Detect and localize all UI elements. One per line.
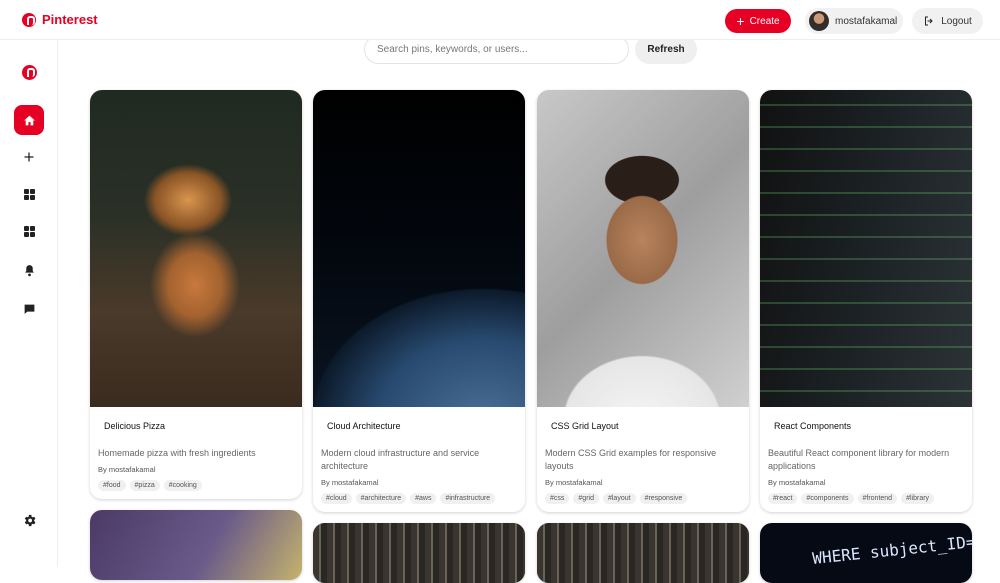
plus-icon [24,152,34,162]
pin-image[interactable] [537,90,749,407]
pin-title: Delicious Pizza [104,421,166,431]
logout-label: Logout [941,15,972,27]
grid-icon [23,225,35,237]
pin-card[interactable]: React Components Beautiful React compone… [760,90,972,512]
bell-icon [24,264,34,276]
pin-card[interactable]: WHERE subject_ID=" [760,523,972,583]
brand-name: Pinterest [42,12,98,27]
pin-image[interactable] [537,523,749,583]
tag[interactable]: #react [768,493,798,504]
pin-card[interactable]: Cloud Architecture Modern cloud infrastr… [313,90,525,512]
pin-image[interactable] [90,510,302,580]
sidebar-item-explore[interactable] [14,216,44,246]
tag[interactable]: #cloud [321,493,352,504]
sidebar-item-settings[interactable] [14,505,44,535]
avatar [809,11,829,31]
logout-button[interactable]: Logout [912,8,983,34]
pin-author[interactable]: By mostafakamal [98,465,294,474]
pin-title: React Components [774,421,852,431]
pin-description: Homemade pizza with fresh ingredients [98,448,256,458]
pin-image[interactable] [760,90,972,407]
pin-image-code-text: WHERE subject_ID=" [811,530,972,569]
tag[interactable]: #css [545,493,570,504]
tag-list: #food #pizza #cooking [98,480,294,491]
tag-list: #cloud #architecture #aws #infrastructur… [321,493,517,504]
tag[interactable]: #library [901,493,935,504]
tag[interactable]: #cooking [163,480,202,491]
sidebar [0,40,58,567]
tag[interactable]: #components [801,493,854,504]
sidebar-item-logo[interactable] [14,57,44,87]
pin-card[interactable] [537,523,749,583]
search-placeholder: Search pins, keywords, or users... [377,44,528,55]
pin-image[interactable] [90,90,302,407]
logo-icon [21,64,37,80]
tag[interactable]: #responsive [639,493,688,504]
pin-image[interactable] [313,523,525,583]
pin-image[interactable] [313,90,525,407]
tag[interactable]: #architecture [355,493,407,504]
pin-author[interactable]: By mostafakamal [545,478,741,487]
tag[interactable]: #layout [602,493,636,504]
grid-icon [23,188,35,200]
plus-icon: + [736,12,745,29]
pin-card[interactable] [90,510,302,580]
home-icon [23,115,35,125]
tag[interactable]: #pizza [129,480,160,491]
sidebar-item-messages[interactable] [14,294,44,324]
tag-list: #css #grid #layout #responsive [545,493,741,504]
sidebar-item-create[interactable] [14,142,44,172]
chat-icon [24,304,34,314]
tag[interactable]: #food [98,480,126,491]
tag[interactable]: #frontend [857,493,898,504]
tag[interactable]: #grid [573,493,599,504]
create-label: Create [749,15,780,27]
tag[interactable]: #infrastructure [440,493,496,504]
pin-body: CSS Grid Layout Modern CSS Grid examples… [537,407,749,504]
sidebar-item-home[interactable] [14,105,44,135]
gear-icon [24,514,35,526]
pin-card[interactable] [313,523,525,583]
pin-title: Cloud Architecture [327,421,401,431]
pin-title: CSS Grid Layout [551,421,619,431]
pin-body: Cloud Architecture Modern cloud infrastr… [313,407,525,504]
tag[interactable]: #aws [410,493,437,504]
sidebar-item-notifications[interactable] [14,255,44,285]
pin-description: Beautiful React component library for mo… [768,448,950,471]
pin-card[interactable]: Delicious Pizza Homemade pizza with fres… [90,90,302,499]
tag-list: #react #components #frontend #library [768,493,964,504]
pin-card[interactable]: CSS Grid Layout Modern CSS Grid examples… [537,90,749,512]
logout-icon [925,16,933,26]
pin-body: Delicious Pizza Homemade pizza with fres… [90,407,302,491]
pinterest-logo-icon [22,12,36,27]
sidebar-item-boards[interactable] [14,179,44,209]
create-button[interactable]: + Create [725,9,791,33]
pin-description: Modern CSS Grid examples for responsive … [545,448,717,471]
pin-body: React Components Beautiful React compone… [760,407,972,504]
pin-author[interactable]: By mostafakamal [321,478,517,487]
pin-author[interactable]: By mostafakamal [768,478,964,487]
pin-description: Modern cloud infrastructure and service … [321,448,480,471]
pin-image[interactable]: WHERE subject_ID=" [760,523,972,583]
user-menu[interactable]: mostafakamal [805,8,903,34]
username: mostafakamal [835,15,898,27]
top-header: Pinterest + Create mostafakamal Logout [0,0,1000,40]
brand[interactable]: Pinterest [22,12,98,27]
